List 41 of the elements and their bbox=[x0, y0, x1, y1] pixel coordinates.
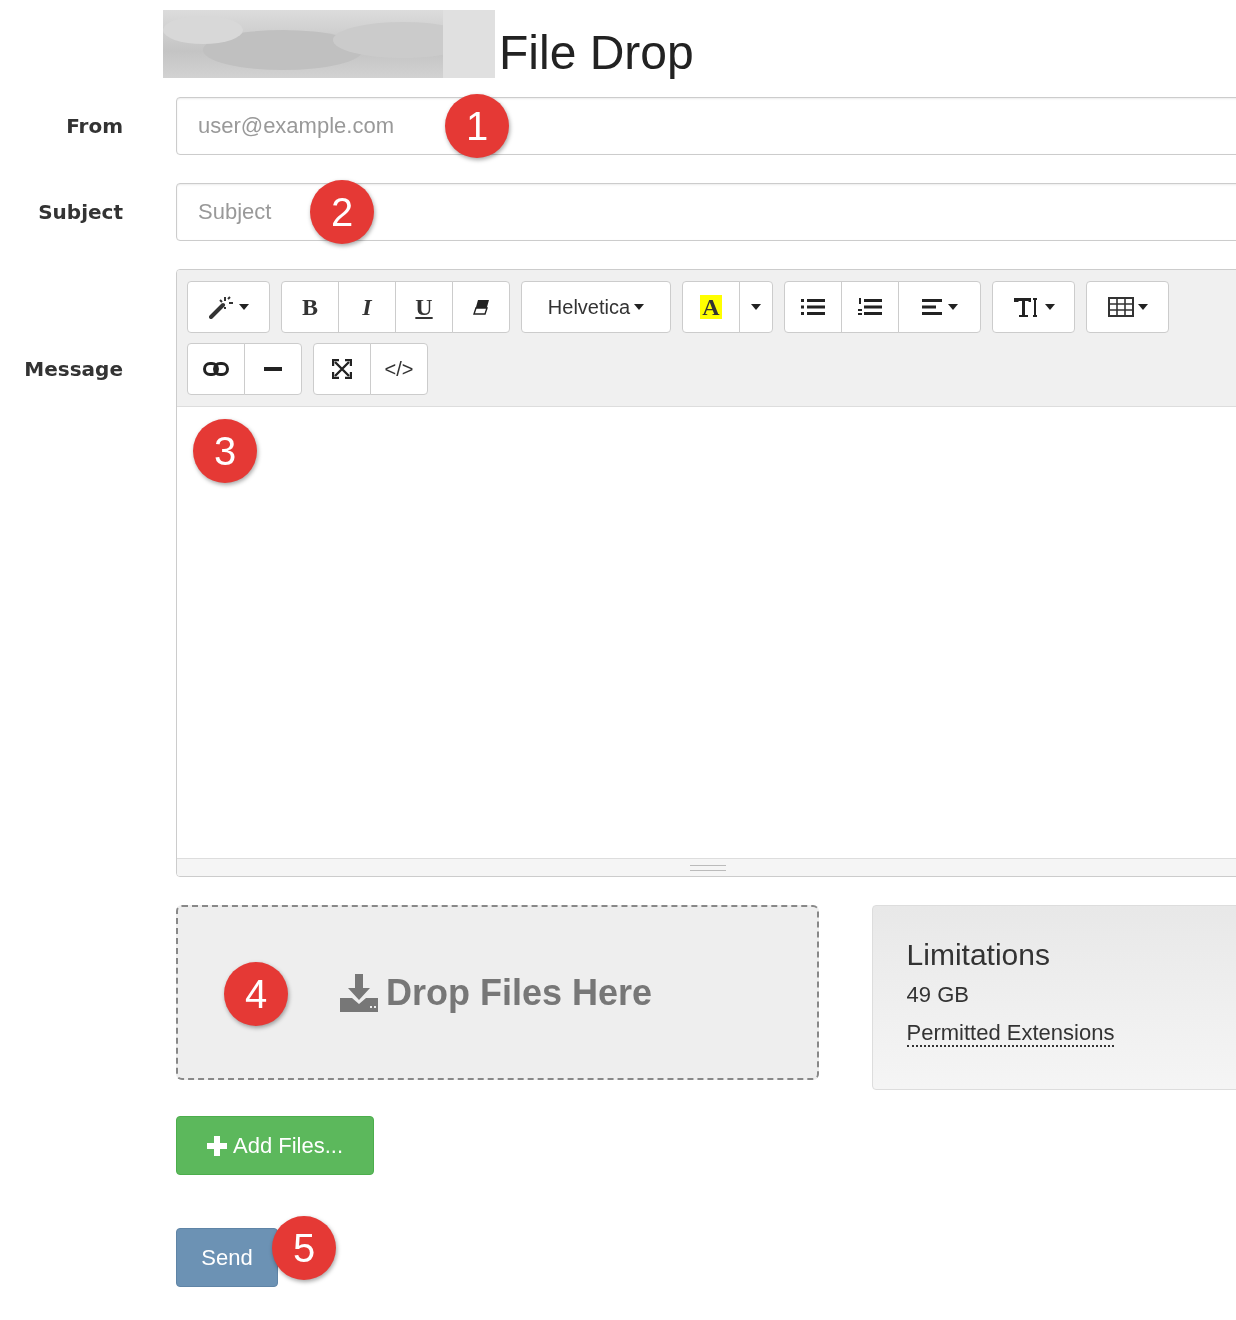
align-dropdown[interactable] bbox=[898, 281, 981, 333]
numbered-list-button[interactable] bbox=[841, 281, 899, 333]
field-label: Message bbox=[23, 356, 124, 381]
plus-icon bbox=[206, 1135, 227, 1156]
clear-format-button[interactable] bbox=[452, 281, 510, 333]
magic-wand-icon bbox=[208, 295, 235, 319]
table-dropdown[interactable] bbox=[1086, 281, 1169, 333]
text-color-button[interactable]: A bbox=[682, 281, 740, 333]
resize-handle[interactable] bbox=[177, 858, 1236, 876]
numbered-list-icon bbox=[858, 298, 882, 316]
font-dropdown[interactable]: Helvetica bbox=[521, 281, 671, 333]
drop-zone-text: Drop Files Here bbox=[386, 971, 653, 1014]
italic-button[interactable]: I bbox=[338, 281, 396, 333]
bullet-list-icon bbox=[801, 298, 825, 316]
style-button[interactable] bbox=[187, 281, 270, 333]
download-icon bbox=[340, 973, 378, 1012]
drop-zone[interactable]: 4 Drop Files Here bbox=[176, 905, 819, 1080]
callout-badge: 5 bbox=[272, 1216, 336, 1280]
callout-badge: 3 bbox=[193, 419, 257, 483]
link-icon bbox=[203, 362, 229, 376]
eraser-icon bbox=[472, 299, 490, 315]
horizontal-rule-button[interactable] bbox=[244, 343, 302, 395]
fullscreen-icon bbox=[332, 359, 352, 379]
caret-icon bbox=[751, 304, 761, 310]
align-left-icon bbox=[921, 299, 944, 315]
permitted-extensions-link[interactable]: Permitted Extensions bbox=[906, 1020, 1115, 1047]
field-label: Subject bbox=[37, 200, 124, 224]
underline-button[interactable]: U bbox=[395, 281, 453, 333]
limitations-title: Limitations bbox=[906, 938, 1051, 972]
font-size-dropdown[interactable] bbox=[992, 281, 1075, 333]
bullet-list-button[interactable] bbox=[784, 281, 842, 333]
table-icon bbox=[1107, 297, 1134, 317]
link-button[interactable] bbox=[187, 343, 245, 395]
callout-badge: 4 bbox=[224, 962, 288, 1026]
color-dropdown-button[interactable] bbox=[739, 281, 773, 333]
fullscreen-button[interactable] bbox=[313, 343, 371, 395]
code-view-button[interactable]: </> bbox=[370, 343, 428, 395]
field-label: From bbox=[65, 114, 124, 138]
page-title: File Drop bbox=[499, 27, 694, 80]
size-limit: 49 GB bbox=[906, 982, 970, 1008]
bold-button[interactable]: B bbox=[281, 281, 339, 333]
